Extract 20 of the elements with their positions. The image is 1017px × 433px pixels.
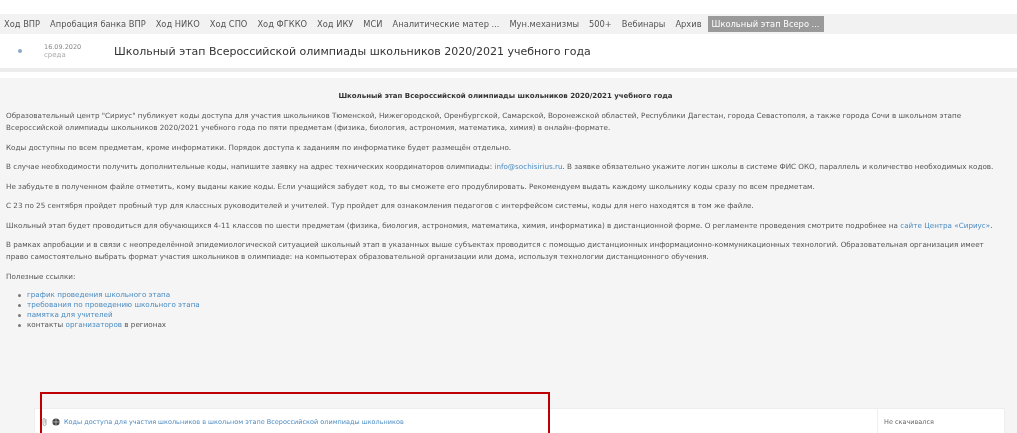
bullet-icon: [18, 313, 21, 317]
bullet-icon: [18, 303, 21, 307]
nav-tab[interactable]: Ход ИКУ: [313, 16, 358, 32]
nav-tab[interactable]: Архив: [671, 16, 706, 32]
nav-tab[interactable]: МСИ: [359, 16, 387, 32]
nav-tab[interactable]: 500+: [585, 16, 616, 32]
nav-tab[interactable]: Мун.механизмы: [505, 16, 583, 32]
bullet-icon: [18, 323, 21, 327]
nav-tab[interactable]: Ход НИКО: [151, 16, 204, 32]
nav-tab[interactable]: Ход СПО: [205, 16, 252, 32]
nav-tab[interactable]: Вебинары: [617, 16, 670, 32]
globe-icon: [52, 418, 60, 426]
paperclip-icon: [41, 417, 48, 427]
nav-tab[interactable]: Ход ФГККО: [253, 16, 312, 32]
post-title: Школьный этап Всероссийской олимпиады школьников 2020/2021 учебного года: [114, 44, 591, 58]
nav-tab[interactable]: Аналитические матер ...: [388, 16, 504, 32]
nav-tab[interactable]: Апробация банка ВПР: [46, 16, 150, 32]
bullet-icon: [18, 49, 22, 53]
nav-tab[interactable]: Ход ВПР: [0, 16, 45, 32]
bullet-icon: [18, 293, 21, 297]
